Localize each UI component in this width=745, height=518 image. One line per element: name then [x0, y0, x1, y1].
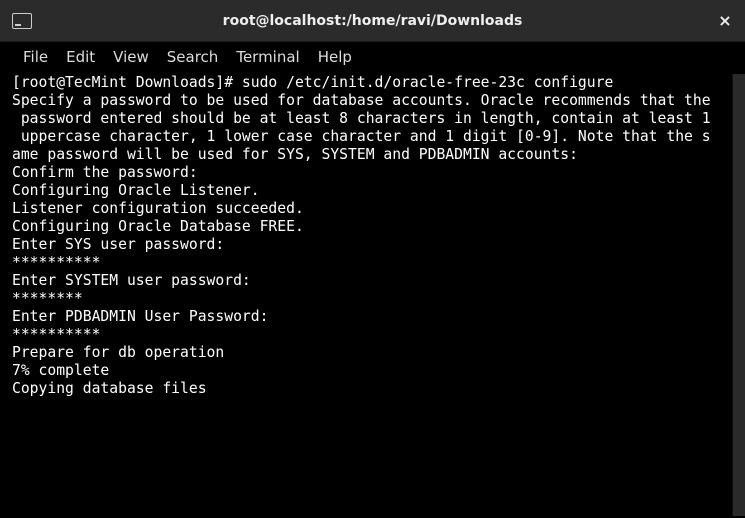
scrollbar[interactable] [732, 74, 745, 516]
titlebar: root@localhost:/home/ravi/Downloads × [0, 0, 745, 42]
menu-search[interactable]: Search [158, 44, 228, 70]
terminal-body[interactable]: [root@TecMint Downloads]# sudo /etc/init… [0, 72, 745, 518]
terminal-output: [root@TecMint Downloads]# sudo /etc/init… [12, 74, 732, 516]
menubar: File Edit View Search Terminal Help [0, 42, 745, 72]
menu-terminal[interactable]: Terminal [227, 44, 308, 70]
terminal-icon[interactable] [12, 13, 32, 29]
menu-edit[interactable]: Edit [57, 44, 104, 70]
close-button[interactable]: × [715, 11, 735, 31]
window-title: root@localhost:/home/ravi/Downloads [223, 13, 523, 29]
titlebar-left [12, 13, 32, 29]
menu-view[interactable]: View [104, 44, 158, 70]
menu-file[interactable]: File [14, 44, 57, 70]
menu-help[interactable]: Help [309, 44, 361, 70]
